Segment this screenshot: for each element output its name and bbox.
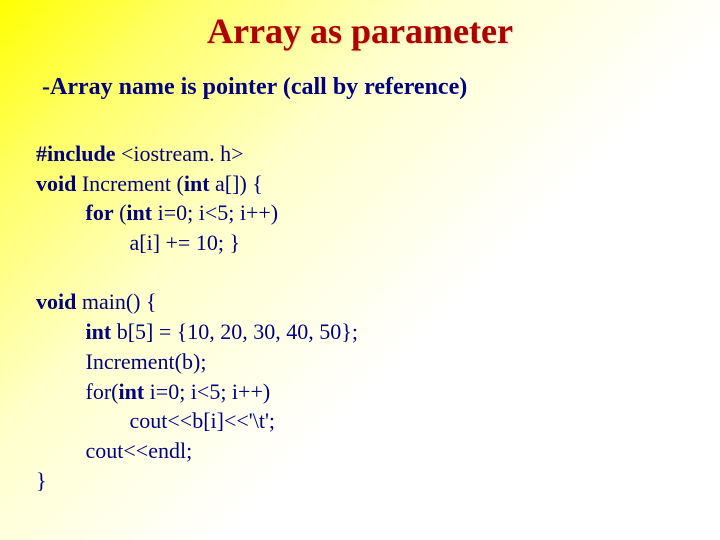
- code-text: b[5] = {10, 20, 30, 40, 50};: [111, 319, 358, 344]
- keyword-int: int: [86, 319, 112, 344]
- slide: Array as parameter -Array name is pointe…: [0, 0, 720, 540]
- slide-title: Array as parameter: [36, 10, 684, 52]
- code-block: #include <iostream. h> void Increment (i…: [36, 139, 684, 495]
- code-text: for(: [36, 379, 118, 404]
- code-line: void Increment (int a[]) {: [36, 169, 684, 199]
- keyword-int: int: [126, 200, 152, 225]
- code-text: i=0; i<5; i++): [144, 379, 270, 404]
- code-text: Increment (: [76, 171, 184, 196]
- code-line: a[i] += 10; }: [36, 228, 684, 258]
- code-line: for (int i=0; i<5; i++): [36, 198, 684, 228]
- code-text: (: [114, 200, 127, 225]
- code-line: int b[5] = {10, 20, 30, 40, 50};: [36, 317, 684, 347]
- keyword-int: int: [118, 379, 144, 404]
- code-line: #include <iostream. h>: [36, 139, 684, 169]
- keyword-include: #include: [36, 141, 115, 166]
- code-line: cout<<endl;: [36, 436, 684, 466]
- code-line: }: [36, 466, 684, 496]
- keyword-for: for: [86, 200, 114, 225]
- keyword-void: void: [36, 289, 76, 314]
- code-text: i=0; i<5; i++): [152, 200, 278, 225]
- slide-subtitle: -Array name is pointer (call by referenc…: [42, 74, 684, 101]
- code-text: a[]) {: [210, 171, 263, 196]
- keyword-void: void: [36, 171, 76, 196]
- code-text: <iostream. h>: [115, 141, 243, 166]
- code-line: cout<<b[i]<<'\t';: [36, 406, 684, 436]
- code-line: Increment(b);: [36, 347, 684, 377]
- code-line: for(int i=0; i<5; i++): [36, 377, 684, 407]
- code-line: void main() {: [36, 287, 684, 317]
- code-line: [36, 258, 684, 288]
- code-text: main() {: [76, 289, 156, 314]
- keyword-int: int: [184, 171, 210, 196]
